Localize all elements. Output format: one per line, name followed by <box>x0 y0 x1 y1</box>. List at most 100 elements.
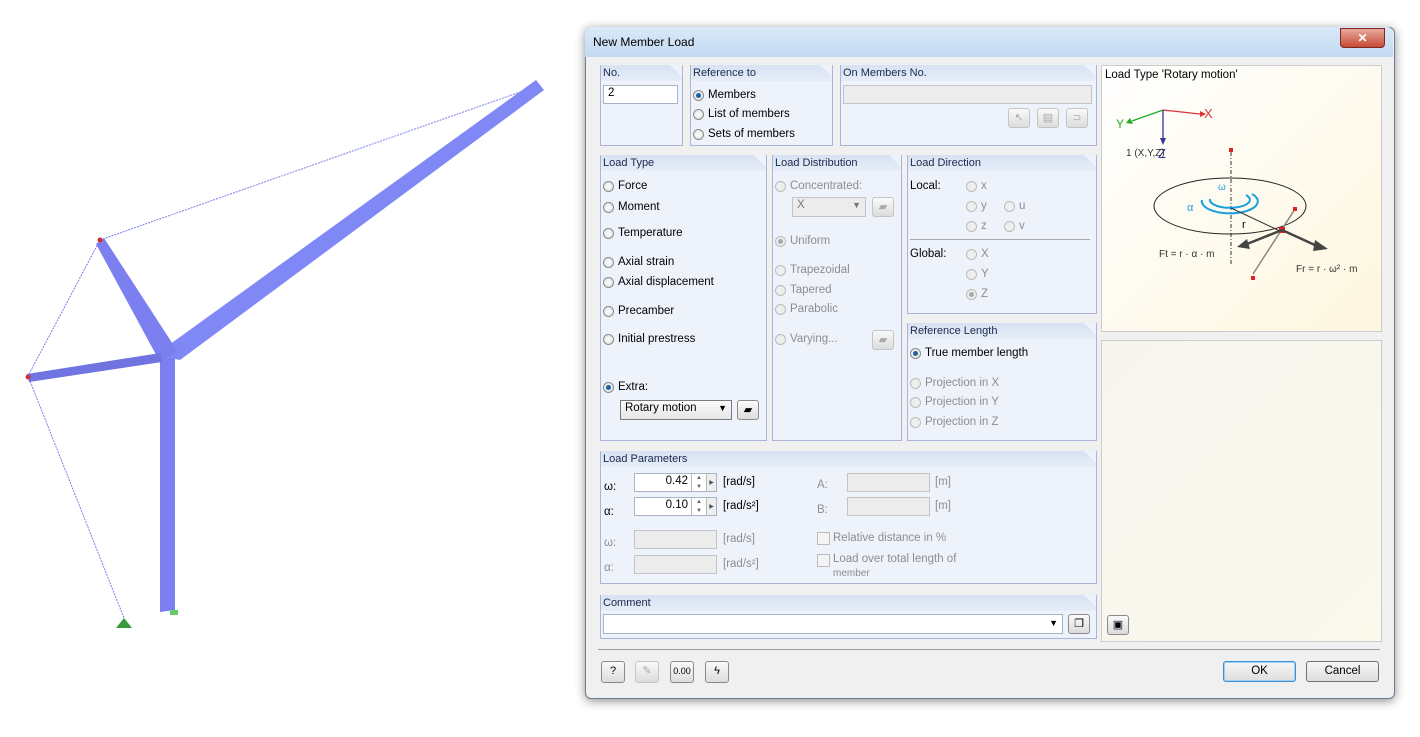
concentrated-settings-icon[interactable]: ▰ <box>872 197 894 217</box>
spinner-icon[interactable]: ▲ ▼ <box>691 474 706 491</box>
radio-sets-of-members[interactable]: Sets of members <box>693 128 795 140</box>
radio-axial-strain[interactable]: Axial strain <box>603 256 674 268</box>
arrow-right-icon[interactable]: ▶ <box>706 498 716 515</box>
radio-icon <box>775 180 786 192</box>
omega-input[interactable]: 0.42 ▲ ▼ ▶ <box>634 473 717 492</box>
alpha-input[interactable]: 0.10 ▲ ▼ ▶ <box>634 497 717 516</box>
radio-label: Projection in Z <box>925 416 999 428</box>
radio-tapered[interactable]: Tapered <box>775 284 832 296</box>
radio-trapezoidal[interactable]: Trapezoidal <box>775 264 850 276</box>
radio-local-y[interactable]: y <box>966 200 987 212</box>
load-over-total-label-2: member <box>833 568 870 579</box>
omega-value: 0.42 <box>665 475 688 487</box>
extra-type-value: Rotary motion <box>625 402 697 414</box>
node-label: 1 (X,Y,Z) <box>1126 148 1165 159</box>
comment-label: Comment <box>601 595 1096 611</box>
mast <box>160 356 175 612</box>
comment-input[interactable]: ▼ <box>603 614 1063 634</box>
pick-member-icon[interactable]: ↖ <box>1008 108 1030 128</box>
radio-global-z[interactable]: Z <box>966 288 988 300</box>
spinner-icon[interactable]: ▲ ▼ <box>691 498 706 515</box>
strut <box>96 238 178 362</box>
pick-list-icon[interactable]: ▤ <box>1037 108 1059 128</box>
extra-settings-icon[interactable]: ▰ <box>737 400 759 420</box>
radio-local-x[interactable]: x <box>966 180 987 192</box>
radio-icon <box>603 227 614 239</box>
no-panel: No. 2 <box>600 65 683 146</box>
units-decimals-icon[interactable]: 0.00 <box>670 661 694 683</box>
cancel-button[interactable]: Cancel <box>1306 661 1379 682</box>
radio-icon <box>603 305 614 317</box>
view-settings-icon[interactable]: ▣ <box>1107 615 1129 635</box>
radio-projection-y[interactable]: Projection in Y <box>910 396 999 408</box>
no-input[interactable]: 2 <box>603 85 678 104</box>
edit-icon[interactable]: ✎ <box>635 661 659 683</box>
radio-global-y[interactable]: Y <box>966 268 989 280</box>
alpha-value: 0.10 <box>665 499 688 511</box>
radio-moment[interactable]: Moment <box>603 201 660 213</box>
radio-temperature[interactable]: Temperature <box>603 227 683 239</box>
radio-uniform[interactable]: Uniform <box>775 235 830 247</box>
close-button[interactable]: ✕ <box>1340 28 1385 48</box>
radio-icon <box>603 381 614 393</box>
b-input[interactable] <box>847 497 930 516</box>
load-wizard-icon[interactable]: ϟ <box>705 661 729 683</box>
radio-projection-z[interactable]: Projection in Z <box>910 416 999 428</box>
relative-distance-checkbox[interactable] <box>817 532 830 545</box>
radio-label: v <box>1019 220 1025 232</box>
omega-label: ω: <box>604 481 617 493</box>
radio-parabolic[interactable]: Parabolic <box>775 303 838 315</box>
radio-icon <box>693 128 704 140</box>
arrow-right-icon[interactable]: ▶ <box>706 474 716 491</box>
radio-icon <box>910 347 921 359</box>
reverse-icon[interactable]: ⊃ <box>1066 108 1088 128</box>
concentrated-select[interactable]: X ▼ <box>792 197 866 217</box>
alpha2-input[interactable] <box>634 555 717 574</box>
radio-axial-displacement[interactable]: Axial displacement <box>603 276 714 288</box>
radio-local-v[interactable]: v <box>1004 220 1025 232</box>
radio-global-x[interactable]: X <box>966 248 989 260</box>
varying-settings-icon[interactable]: ▰ <box>872 330 894 350</box>
radio-extra[interactable]: Extra: <box>603 381 648 393</box>
radio-projection-x[interactable]: Projection in X <box>910 377 999 389</box>
b-label: B: <box>817 504 828 516</box>
radio-local-u[interactable]: u <box>1004 200 1025 212</box>
help-icon[interactable]: ? <box>601 661 625 683</box>
radio-initial-prestress[interactable]: Initial prestress <box>603 333 695 345</box>
a-label: A: <box>817 479 828 491</box>
radio-label: Tapered <box>790 284 832 296</box>
radio-label: Trapezoidal <box>790 264 850 276</box>
reference-length-panel: Reference Length True member length Proj… <box>907 323 1097 441</box>
cable-left <box>27 239 101 377</box>
extra-type-select[interactable]: Rotary motion ▼ <box>620 400 732 420</box>
svg-text:Y: Y <box>1116 117 1124 131</box>
rotary-motion-diagram: XYZ 1 (X,Y,Z) αω r Ft = r · α · m Fr = r… <box>1116 106 1357 280</box>
divider <box>598 649 1380 650</box>
model-view[interactable] <box>0 0 580 737</box>
a-input[interactable] <box>847 473 930 492</box>
divider <box>910 239 1090 240</box>
omega2-input[interactable] <box>634 530 717 549</box>
radio-label: Extra: <box>618 381 649 393</box>
radio-label: Z <box>981 288 989 300</box>
radio-list-of-members[interactable]: List of members <box>693 108 790 120</box>
radio-icon <box>966 220 977 232</box>
radio-force[interactable]: Force <box>603 180 647 192</box>
omega2-unit: [rad/s] <box>723 533 755 545</box>
ok-button[interactable]: OK <box>1223 661 1296 682</box>
radio-label: True member length <box>925 347 1029 359</box>
omega2-label: ω: <box>604 537 617 549</box>
crane-model <box>25 80 544 628</box>
radio-members[interactable]: Members <box>693 89 756 101</box>
on-members-input[interactable] <box>843 85 1092 104</box>
load-over-total-checkbox[interactable] <box>817 554 830 567</box>
radio-icon <box>910 396 921 408</box>
radio-true-member-length[interactable]: True member length <box>910 347 1028 359</box>
dialog-title: New Member Load <box>593 35 695 49</box>
radio-icon <box>603 180 614 192</box>
radio-precamber[interactable]: Precamber <box>603 305 674 317</box>
radio-concentrated[interactable]: Concentrated: <box>775 180 862 192</box>
comment-library-icon[interactable]: ❐ <box>1068 614 1090 634</box>
radio-varying[interactable]: Varying... <box>775 333 838 345</box>
radio-local-z[interactable]: z <box>966 220 987 232</box>
